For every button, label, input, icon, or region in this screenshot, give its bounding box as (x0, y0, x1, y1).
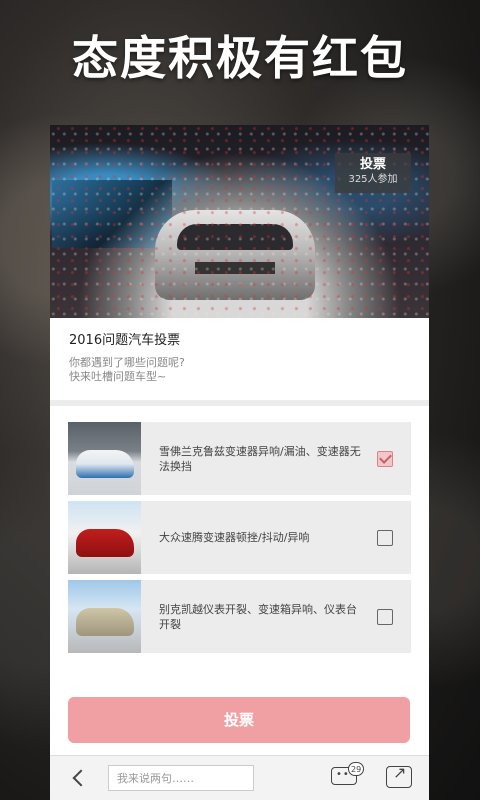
comment-count-badge: 29 (348, 762, 365, 776)
comment-input[interactable]: 我来说两句…… (108, 765, 254, 791)
hero-image: 投票 325人参加 (50, 125, 429, 318)
option-checkbox[interactable] (377, 529, 393, 546)
option-checkbox[interactable] (377, 608, 393, 625)
poll-desc-line1: 你都遇到了哪些问题呢? (69, 356, 185, 369)
poll-options: 雪佛兰克鲁兹变速器异响/漏油、变速器无法换挡 大众速腾变速器顿挫/抖动/异响 别… (50, 406, 429, 653)
option-thumbnail (68, 422, 141, 495)
back-icon[interactable] (66, 763, 96, 793)
poll-option-1[interactable]: 大众速腾变速器顿挫/抖动/异响 (68, 501, 411, 574)
poll-desc-line2: 快来吐槽问题车型~ (69, 370, 167, 383)
option-thumbnail (68, 580, 141, 653)
option-label: 大众速腾变速器顿挫/抖动/异响 (159, 531, 310, 544)
poll-option-2[interactable]: 别克凯越仪表开裂、变速箱异响、仪表台开裂 (68, 580, 411, 653)
vote-submit-button[interactable]: 投票 (68, 697, 410, 743)
option-label: 雪佛兰克鲁兹变速器异响/漏油、变速器无法换挡 (159, 444, 361, 473)
vote-badge-title: 投票 (359, 157, 386, 172)
bottom-toolbar: 我来说两句…… ••• 29 (50, 755, 429, 800)
vote-participant-count: 325人参加 (348, 174, 398, 185)
promo-headline: 态度积极有红包 (72, 31, 408, 85)
option-thumbnail (68, 501, 141, 574)
poll-description: 你都遇到了哪些问题呢? 快来吐槽问题车型~ (69, 356, 410, 384)
option-label: 别克凯越仪表开裂、变速箱异响、仪表台开裂 (159, 602, 357, 631)
vote-badge: 投票 325人参加 (335, 153, 411, 193)
poll-title: 2016问题汽车投票 (69, 333, 181, 348)
poll-option-0[interactable]: 雪佛兰克鲁兹变速器异响/漏油、变速器无法换挡 (68, 422, 411, 495)
share-icon[interactable] (386, 763, 412, 788)
poll-info: 2016问题汽车投票 你都遇到了哪些问题呢? 快来吐槽问题车型~ (50, 318, 429, 400)
poll-card: 投票 325人参加 2016问题汽车投票 你都遇到了哪些问题呢? 快来吐槽问题车… (50, 125, 429, 800)
option-checkbox[interactable] (377, 450, 393, 467)
